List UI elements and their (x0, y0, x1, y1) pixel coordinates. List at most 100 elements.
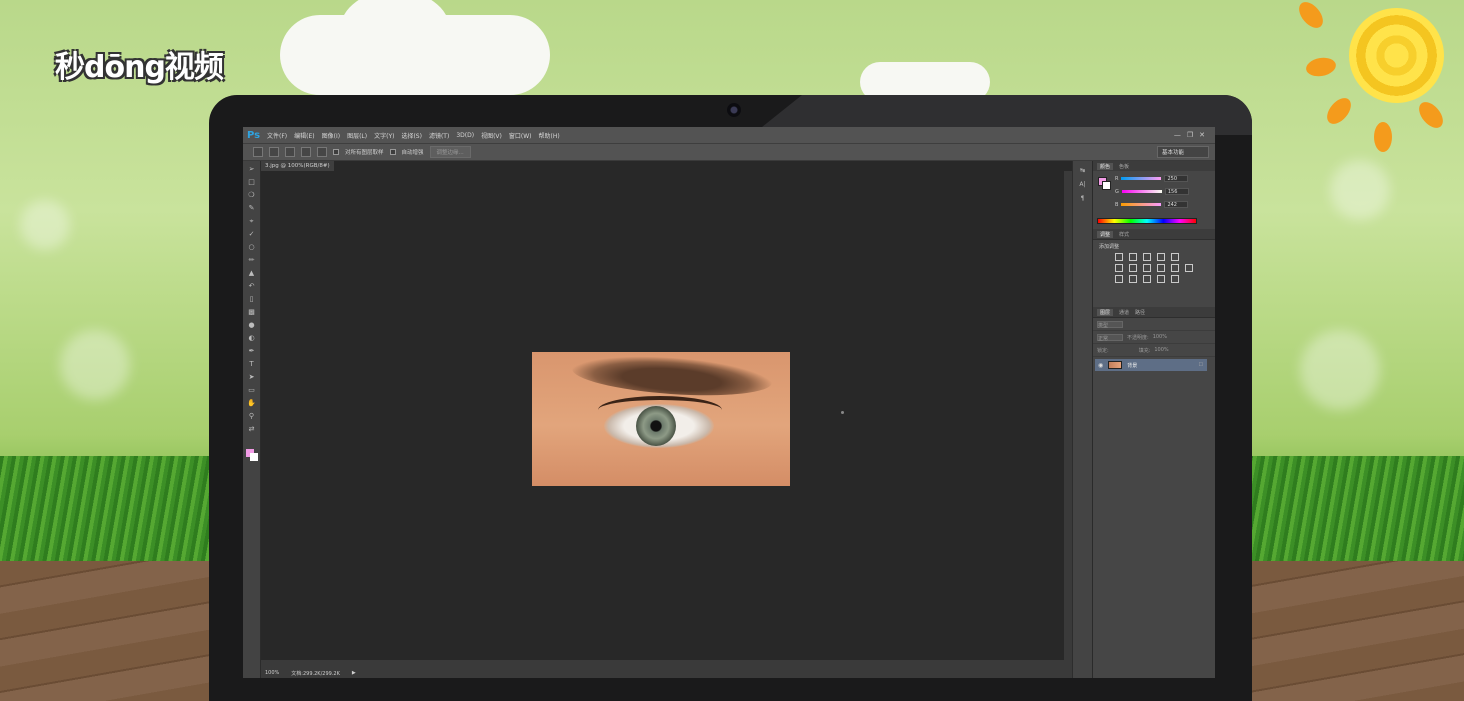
marquee-tool-icon[interactable]: □ (247, 177, 257, 187)
brand-logo: 秒dōng视频 (55, 50, 224, 85)
lock-row: 锁定: 填充: 100% (1093, 344, 1215, 357)
crop-tool-icon[interactable]: ⌖ (247, 216, 257, 226)
tab-channels[interactable]: 通道 (1119, 309, 1129, 316)
brush-size-picker[interactable] (317, 147, 327, 157)
tab-swatches[interactable]: 色板 (1119, 163, 1129, 170)
menu-select[interactable]: 选择(S) (401, 131, 422, 140)
r-value[interactable]: 250 (1164, 175, 1189, 182)
r-slider[interactable] (1121, 177, 1162, 180)
history-brush-icon[interactable]: ↶ (247, 281, 257, 291)
blend-mode-select[interactable]: 正常 (1097, 333, 1123, 342)
sample-all-layers-checkbox[interactable] (333, 149, 339, 155)
gradient-map-icon[interactable] (1157, 275, 1165, 283)
menu-layer[interactable]: 图层(L) (347, 131, 367, 140)
color-lookup-icon[interactable] (1185, 264, 1193, 272)
hand-tool-icon[interactable]: ✋ (247, 398, 257, 408)
clone-stamp-icon[interactable]: ▲ (247, 268, 257, 278)
menu-filter[interactable]: 滤镜(T) (429, 131, 449, 140)
menu-type[interactable]: 文字(Y) (374, 131, 394, 140)
background-color-swatch[interactable] (250, 453, 258, 461)
document-canvas[interactable] (261, 171, 1064, 668)
healing-brush-icon[interactable]: ○ (247, 242, 257, 252)
add-to-selection-icon[interactable] (285, 147, 295, 157)
vertical-scrollbar[interactable] (1064, 171, 1072, 668)
path-select-icon[interactable]: ➤ (247, 372, 257, 382)
webcam (727, 103, 741, 117)
layer-filter-select[interactable]: 类型 (1097, 320, 1123, 329)
visibility-eye-icon[interactable]: ◉ (1098, 362, 1103, 369)
brush-tool-icon[interactable]: ✏ (247, 255, 257, 265)
posterize-icon[interactable] (1129, 275, 1137, 283)
close-icon[interactable]: ✕ (1199, 131, 1205, 139)
color-spectrum[interactable] (1097, 218, 1197, 224)
paragraph-panel-icon[interactable]: ¶ (1078, 195, 1088, 203)
menu-window[interactable]: 窗口(W) (509, 131, 532, 140)
r-label: R (1115, 175, 1119, 182)
opacity-value[interactable]: 100% (1153, 334, 1167, 340)
minimize-icon[interactable]: — (1174, 131, 1181, 139)
zoom-tool-icon[interactable]: ⚲ (247, 411, 257, 421)
vibrance-icon[interactable] (1171, 253, 1179, 261)
eyedropper-tool-icon[interactable]: ✓ (247, 229, 257, 239)
levels-icon[interactable] (1129, 253, 1137, 261)
new-selection-icon[interactable] (269, 147, 279, 157)
zoom-level[interactable]: 100% (265, 670, 279, 676)
blur-tool-icon[interactable]: ● (247, 320, 257, 330)
reset-colors-icon[interactable]: ⇄ (247, 424, 257, 434)
tab-styles[interactable]: 样式 (1119, 231, 1129, 238)
curves-icon[interactable] (1143, 253, 1151, 261)
selective-color-icon[interactable] (1171, 275, 1179, 283)
auto-enhance-checkbox[interactable] (389, 149, 396, 155)
hue-saturation-icon[interactable] (1115, 264, 1123, 272)
shape-tool-icon[interactable]: ▭ (247, 385, 257, 395)
quick-select-tool-icon[interactable]: ✎ (247, 203, 257, 213)
b-value[interactable]: 242 (1164, 201, 1189, 208)
layer-thumbnail (1108, 361, 1123, 369)
menu-image[interactable]: 图像(I) (322, 131, 340, 140)
move-tool-icon[interactable]: ➢ (247, 164, 257, 174)
subtract-selection-icon[interactable] (301, 147, 311, 157)
document-tab[interactable]: 3.jpg @ 100%(RGB/8#) (261, 161, 334, 171)
brightness-icon[interactable] (1115, 253, 1123, 261)
panel-background-swatch[interactable] (1102, 181, 1111, 190)
eye-photo[interactable] (532, 352, 790, 486)
tab-paths[interactable]: 路径 (1135, 309, 1145, 316)
history-panel-icon[interactable]: ↹ (1078, 167, 1088, 175)
channel-mixer-icon[interactable] (1171, 264, 1179, 272)
black-white-icon[interactable] (1143, 264, 1151, 272)
character-panel-icon[interactable]: A| (1078, 181, 1088, 189)
menu-file[interactable]: 文件(F) (267, 131, 287, 140)
opacity-label: 不透明度: (1127, 334, 1149, 341)
tab-adjustments[interactable]: 调整 (1097, 230, 1114, 238)
menu-view[interactable]: 视图(V) (481, 131, 502, 140)
lasso-tool-icon[interactable]: ❍ (247, 190, 257, 200)
restore-icon[interactable]: ❐ (1187, 131, 1193, 139)
tab-layers[interactable]: 图层 (1097, 308, 1114, 316)
status-menu-arrow-icon[interactable]: ▶ (352, 670, 356, 676)
eraser-tool-icon[interactable]: ▯ (247, 294, 257, 304)
fill-value[interactable]: 100% (1154, 347, 1168, 353)
horizontal-scrollbar[interactable] (261, 660, 1064, 668)
invert-icon[interactable] (1115, 275, 1123, 283)
refine-edge-button[interactable]: 调整边缘... (429, 146, 471, 158)
menu-help[interactable]: 帮助(H) (539, 131, 560, 140)
menu-edit[interactable]: 编辑(E) (294, 131, 314, 140)
dodge-tool-icon[interactable]: ◐ (247, 333, 257, 343)
g-value[interactable]: 156 (1164, 188, 1189, 195)
threshold-icon[interactable] (1143, 275, 1151, 283)
g-slider[interactable] (1121, 190, 1162, 193)
workspace-switcher[interactable]: 基本功能 (1157, 146, 1209, 158)
color-balance-icon[interactable] (1129, 264, 1137, 272)
layer-name[interactable]: 背景 (1127, 362, 1137, 369)
pen-tool-icon[interactable]: ✒ (247, 346, 257, 356)
b-slider[interactable] (1121, 203, 1162, 206)
grass-left (0, 456, 215, 566)
quick-selection-tool-icon[interactable] (253, 147, 263, 157)
exposure-icon[interactable] (1157, 253, 1165, 261)
gradient-tool-icon[interactable]: ▩ (247, 307, 257, 317)
photo-filter-icon[interactable] (1157, 264, 1165, 272)
type-tool-icon[interactable]: T (247, 359, 257, 369)
menu-3d[interactable]: 3D(D) (456, 132, 474, 139)
layer-background[interactable]: ◉ 背景 ☐ (1095, 359, 1207, 371)
tab-color[interactable]: 颜色 (1097, 162, 1114, 170)
